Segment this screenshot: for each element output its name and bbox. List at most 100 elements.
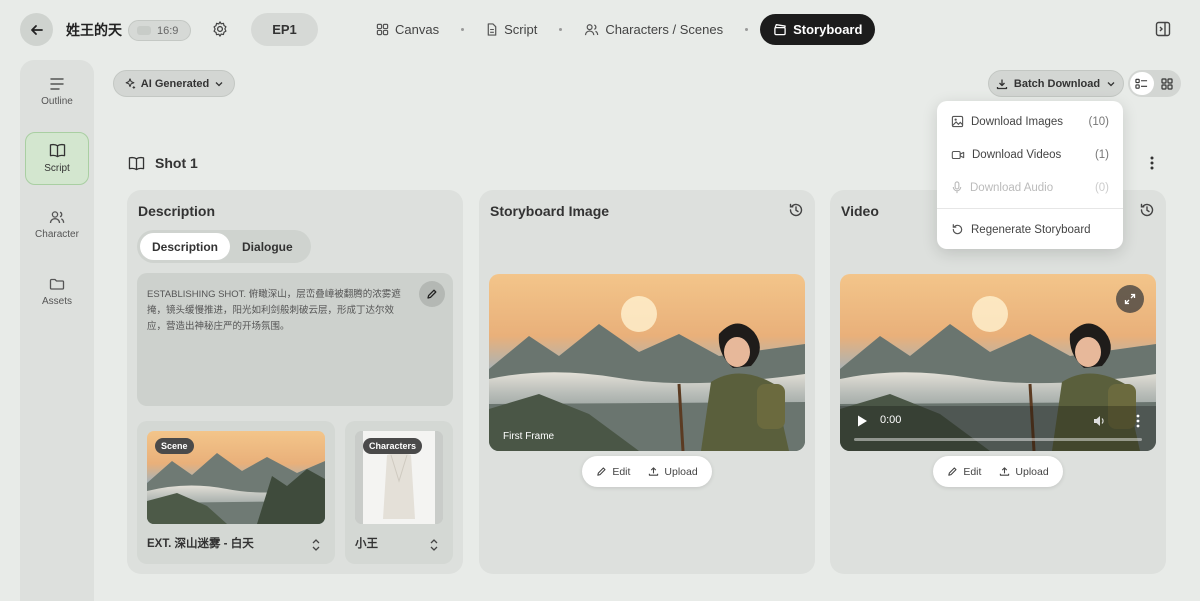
video-controls: 0:00 — [840, 406, 1156, 451]
video-icon — [951, 150, 965, 159]
video-card-title: Video — [841, 203, 879, 219]
ratio-switch-icon — [137, 26, 151, 35]
menu-item-count: (1) — [1094, 148, 1109, 161]
scene-card[interactable]: Scene EXT. 深山迷雾 - 白天 — [137, 421, 335, 564]
batch-download-button[interactable]: Batch Download — [988, 70, 1124, 97]
storyboard-image[interactable]: First Frame — [489, 274, 805, 451]
chevron-down-icon — [1107, 81, 1115, 86]
volume-button[interactable] — [1092, 414, 1106, 428]
gear-icon[interactable] — [211, 20, 229, 38]
view-toggle — [1128, 70, 1181, 97]
folder-icon — [49, 278, 65, 290]
upload-button[interactable]: Upload — [648, 466, 698, 478]
history-icon[interactable] — [1139, 202, 1155, 218]
tab-canvas[interactable]: Canvas — [366, 14, 449, 45]
mic-icon — [952, 181, 962, 194]
grid-view-button[interactable] — [1156, 72, 1180, 95]
batch-download-label: Batch Download — [1013, 77, 1101, 90]
tab-storyboard[interactable]: Storyboard — [760, 14, 876, 45]
video-actions: Edit Upload — [933, 456, 1063, 487]
menu-item-label: Regenerate Storyboard — [971, 223, 1091, 236]
tab-storyboard-label: Storyboard — [793, 22, 863, 37]
video-more-button[interactable] — [1136, 414, 1140, 428]
book-icon — [49, 143, 65, 158]
scene-badge: Scene — [155, 438, 194, 454]
tab-dialogue[interactable]: Dialogue — [230, 233, 305, 260]
list-view-button[interactable] — [1130, 72, 1154, 95]
sidebar-item-character[interactable]: Character — [25, 198, 89, 251]
storyboard-card-title: Storyboard Image — [490, 203, 610, 219]
document-icon — [487, 23, 497, 36]
tab-script-label: Script — [504, 22, 538, 37]
pencil-icon — [597, 467, 606, 476]
aspect-ratio-toggle[interactable]: 16:9 — [128, 20, 191, 41]
sidebar-item-script[interactable]: Script — [25, 132, 89, 185]
clapperboard-icon — [774, 24, 786, 36]
users-icon — [49, 210, 65, 223]
sidebar: Outline Script Character Assets — [20, 60, 94, 601]
back-button[interactable] — [20, 13, 53, 46]
menu-item-count: (0) — [1094, 181, 1109, 194]
menu-item-label: Download Audio — [970, 181, 1054, 194]
storyboard-actions: Edit Upload — [582, 456, 712, 487]
download-icon — [996, 79, 1008, 89]
edit-button[interactable]: Edit — [947, 466, 981, 478]
edit-button[interactable]: Edit — [596, 466, 630, 478]
sidebar-item-label: Assets — [41, 295, 72, 307]
upload-icon — [649, 467, 659, 476]
edit-label: Edit — [612, 465, 631, 478]
sidebar-item-assets[interactable]: Assets — [25, 265, 89, 318]
grid-icon — [376, 23, 389, 36]
scene-thumbnail: Scene — [147, 431, 325, 524]
list-view-icon — [1135, 78, 1148, 89]
history-icon[interactable] — [788, 202, 804, 218]
menu-item-count: (10) — [1088, 115, 1109, 128]
tab-separator — [745, 28, 749, 31]
chevron-up-down-icon — [430, 539, 438, 551]
menu-item-download-audio[interactable]: Download Audio (0) — [937, 171, 1123, 204]
scene-label: EXT. 深山迷雾 - 白天 — [147, 538, 254, 550]
expand-icon — [1124, 293, 1136, 305]
tab-characters-scenes-label: Characters / Scenes — [605, 22, 724, 37]
volume-icon — [1094, 416, 1104, 426]
more-options-icon[interactable] — [1145, 155, 1159, 171]
ai-generated-label: AI Generated — [140, 77, 210, 90]
description-card: Description Description Dialogue ESTABLI… — [127, 190, 463, 574]
description-text-box[interactable]: ESTABLISHING SHOT. 俯瞰深山，层峦叠嶂被翻腾的浓雾遮掩，镜头缓… — [137, 273, 453, 406]
upload-button[interactable]: Upload — [999, 465, 1049, 478]
sidebar-item-label: Script — [44, 163, 70, 174]
upload-label: Upload — [1015, 465, 1049, 478]
sidebar-item-outline[interactable]: Outline — [25, 65, 89, 118]
fullscreen-button[interactable] — [1116, 285, 1144, 313]
character-card[interactable]: Characters 小王 — [345, 421, 453, 564]
sidebar-item-label: Outline — [41, 95, 73, 107]
video-player[interactable]: 0:00 — [840, 274, 1156, 451]
tab-script[interactable]: Script — [476, 14, 547, 45]
menu-item-download-images[interactable]: Download Images (10) — [937, 105, 1123, 138]
video-time: 0:00 — [880, 414, 902, 426]
sidebar-item-label: Character — [35, 228, 79, 240]
description-dialogue-toggle: Description Dialogue — [137, 230, 311, 263]
tab-characters-scenes[interactable]: Characters / Scenes — [574, 14, 733, 45]
description-text: ESTABLISHING SHOT. 俯瞰深山，层峦叠嶂被翻腾的浓雾遮掩，镜头缓… — [147, 289, 401, 332]
character-thumbnail: Characters — [355, 431, 443, 524]
edit-description-button[interactable] — [419, 281, 445, 307]
shot-title: Shot 1 — [155, 155, 198, 171]
project-title: 姓王的天 — [66, 22, 122, 38]
tab-canvas-label: Canvas — [395, 22, 440, 37]
menu-item-regenerate-storyboard[interactable]: Regenerate Storyboard — [937, 213, 1123, 246]
menu-divider — [937, 208, 1123, 209]
tab-description[interactable]: Description — [140, 233, 231, 260]
batch-download-menu: Download Images (10) Download Videos (1)… — [937, 101, 1123, 249]
panel-toggle-icon[interactable] — [1155, 21, 1171, 37]
play-icon — [858, 415, 867, 427]
play-button[interactable] — [856, 414, 868, 428]
video-progress-track[interactable] — [854, 438, 1142, 441]
sparkle-icon — [125, 77, 135, 89]
episode-selector[interactable]: EP1 — [251, 13, 318, 46]
ai-generated-filter[interactable]: AI Generated — [113, 70, 235, 97]
menu-item-label: Download Videos — [972, 148, 1062, 161]
shot-header: Shot 1 — [128, 155, 198, 171]
characters-badge: Characters — [363, 438, 423, 454]
menu-item-download-videos[interactable]: Download Videos (1) — [937, 138, 1123, 171]
